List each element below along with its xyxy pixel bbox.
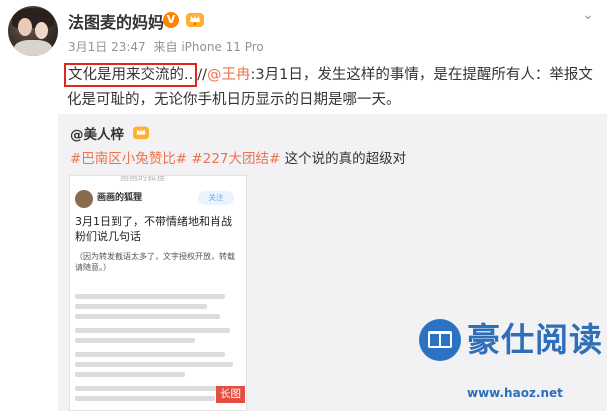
long-image-badge: 长图 [216,386,245,403]
image-thumbnail[interactable]: 画画的狐狸 画画的狐狸 关注 3月1日到了，不带情绪地和肖战粉们说几句话 （因为… [69,175,247,411]
post-timestamp[interactable]: 3月1日 23:47 [68,40,146,54]
verified-badge-icon: V [163,12,179,28]
watermark: 豪仕阅读 www.haoz.net [409,313,603,407]
member-crown-icon[interactable] [132,124,150,140]
member-crown-icon[interactable] [185,10,205,28]
highlighted-text: 文化是用来交流的.. [64,63,198,87]
hashtag-2[interactable]: #227大团结# [191,151,280,167]
post-source: 来自 iPhone 11 Pro [153,40,264,54]
thumb-text-line [75,338,195,343]
watermark-url: www.haoz.net [467,386,563,400]
repost-username[interactable]: @美人梓 [70,123,124,143]
thumb-follow-button: 关注 [198,191,234,205]
thumb-text-line [75,352,225,357]
thumb-avatar [75,190,93,208]
thumb-text-line [75,328,230,333]
thumb-author: 画画的狐狸 [97,193,143,203]
highlighted-text-dots: .. [184,67,194,83]
avatar[interactable] [8,6,58,56]
mention-link[interactable]: @王冉 [207,67,251,83]
repost-separator: // [197,67,207,83]
repost-body: 这个说的真的超级对 [280,151,407,167]
watermark-brand: 豪仕阅读 [467,320,603,359]
thumb-text-line [75,314,220,319]
repost-text: #巴南区小兔赞比# #227大团结# 这个说的真的超级对 [70,147,406,167]
thumb-title: 3月1日到了，不带情绪地和肖战粉们说几句话 [75,215,232,243]
thumb-text-line [75,294,225,299]
thumb-text-line [75,304,207,309]
thumb-note: （因为转发截语太多了，文字授权开放，转载请随意。） [75,252,235,272]
thumb-text-line [75,396,215,401]
thumb-text-line [75,372,185,377]
post-body: 文化是用来交流的..//@王冉:3月1日，发生这样的事情，是在提醒所有人：举报文… [64,63,602,113]
thumb-text-line [75,362,233,367]
hashtag-1[interactable]: #巴南区小兔赞比# [70,151,187,167]
thumb-top-text: 画画的狐狸 [120,175,166,183]
post-username[interactable]: 法图麦的妈妈 [68,9,164,33]
thumb-text-line [75,386,227,391]
book-logo-icon [419,319,461,361]
chevron-down-icon[interactable]: ⌄ [581,8,595,22]
post-header: 法图麦的妈妈 V ⌄ 3月1日 23:47 来自 iPhone 11 Pro [0,0,607,62]
highlighted-text-content: 文化是用来交流的 [68,67,184,83]
post-meta: 3月1日 23:47 来自 iPhone 11 Pro [68,38,268,55]
